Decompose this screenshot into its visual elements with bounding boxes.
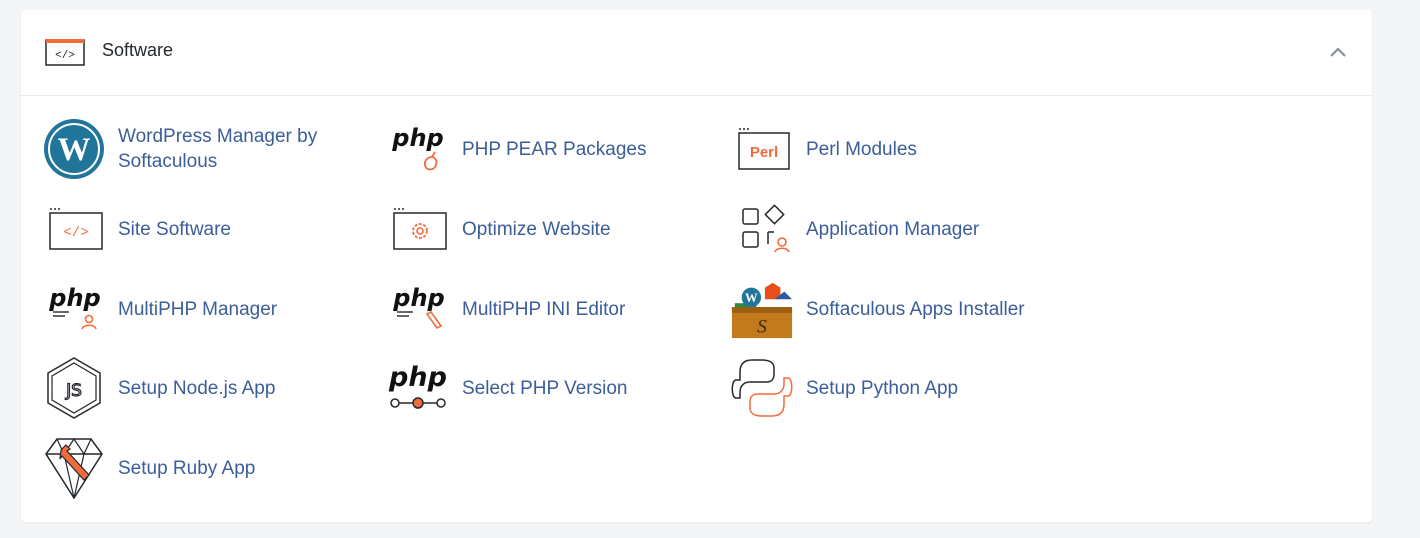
item-wordpress-manager[interactable]: W WordPress Manager by Softaculous [42,117,348,181]
wordpress-icon: W [42,117,106,181]
item-setup-nodejs-app[interactable]: JS Setup Node.js App [42,356,275,420]
item-label: WordPress Manager by Softaculous [118,126,318,172]
svg-text:Perl: Perl [750,144,778,161]
perl-icon: Perl [730,117,794,181]
svg-text:JS: JS [65,381,82,401]
svg-text:php: php [391,124,443,152]
optimize-gear-icon [386,197,450,261]
item-label: Application Manager [806,218,980,240]
item-perl-modules[interactable]: Perl Perl Modules [730,117,917,181]
svg-text:W: W [745,291,758,305]
svg-text:</>: </> [63,225,88,241]
multiphp-ini-icon: php [386,277,450,341]
python-icon [730,356,794,420]
php-version-icon: php [386,356,450,420]
php-pear-icon: php [386,117,450,181]
item-label: Site Software [118,218,231,240]
ruby-gem-icon [42,436,106,500]
item-label: PHP PEAR Packages [462,138,647,160]
item-label: Softaculous Apps Installer [806,298,1025,320]
item-label: MultiPHP INI Editor [462,298,626,320]
item-multiphp-manager[interactable]: php MultiPHP Manager [42,277,277,341]
item-softaculous-apps-installer[interactable]: W S Softaculous Apps Installer [730,277,1025,341]
svg-text:php: php [392,284,444,312]
item-setup-ruby-app[interactable]: Setup Ruby App [42,436,255,500]
item-label: Setup Ruby App [118,457,256,479]
item-php-pear[interactable]: php PHP PEAR Packages [386,117,646,181]
item-application-manager[interactable]: Application Manager [730,197,979,261]
software-section-header[interactable]: </> Software [21,10,1372,96]
item-site-software[interactable]: </> Site Software [42,197,231,261]
chevron-up-icon[interactable] [1328,44,1348,60]
item-multiphp-ini-editor[interactable]: php MultiPHP INI Editor [386,277,625,341]
item-label: Perl Modules [806,138,917,160]
svg-text:W: W [58,132,91,168]
code-window-icon: </> [45,38,85,66]
svg-text:php: php [48,284,100,312]
item-label: Setup Node.js App [118,377,276,399]
svg-text:S: S [757,316,767,337]
app-grid-icon [730,197,794,261]
section-title: Software [102,40,174,60]
item-setup-python-app[interactable]: Setup Python App [730,356,958,420]
nodejs-icon: JS [42,356,106,420]
svg-text:php: php [388,362,447,393]
item-optimize-website[interactable]: Optimize Website [386,197,611,261]
multiphp-manager-icon: php [42,277,106,341]
item-label: MultiPHP Manager [118,298,278,320]
item-select-php-version[interactable]: php Select PHP Version [386,356,627,420]
item-label: Setup Python App [806,377,959,399]
software-panel: </> Software W WordPress Manager by Soft… [21,10,1372,522]
item-label: Optimize Website [462,218,611,240]
item-label: Select PHP Version [462,377,628,399]
code-window-icon: </> [42,197,106,261]
softaculous-box-icon: W S [730,277,794,341]
svg-text:</>: </> [55,50,75,62]
